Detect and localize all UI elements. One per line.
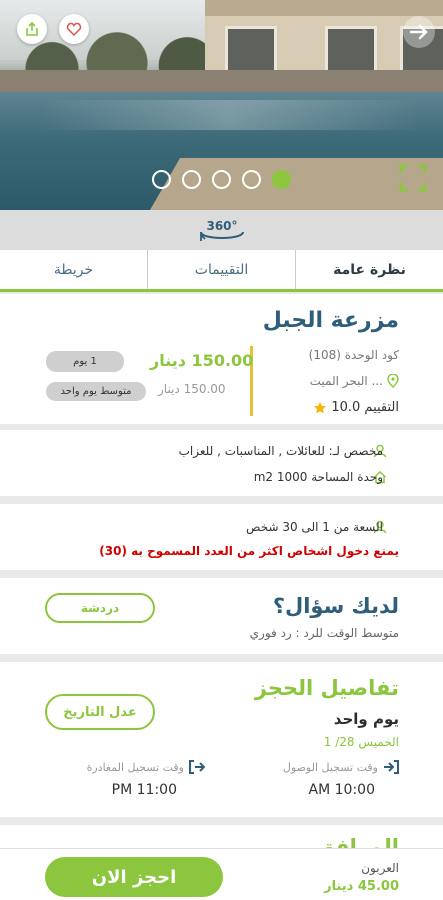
tab-map[interactable]: خريطة: [0, 250, 147, 289]
checkin-time: 10:00 AM: [308, 782, 375, 798]
capacity-warning: يمنع دخول اشخاص اكثر من العدد المسموح به…: [99, 544, 399, 558]
gallery-dot[interactable]: [152, 170, 171, 189]
booking-date: الخميس 28/ 1: [323, 735, 399, 749]
edit-date-button[interactable]: عدل التاريخ: [45, 694, 155, 730]
response-time: متوسط الوقت للرد : رد فوري: [249, 626, 399, 640]
capacity-text: السعة من 1 الى 30 شخص: [246, 520, 383, 534]
days-badge: 1 يوم: [46, 351, 124, 372]
chat-button[interactable]: دردشة: [45, 593, 155, 623]
features-card: مخصص لـ: للعائلات , المناسبات , للعزاب و…: [0, 430, 443, 496]
share-button[interactable]: [17, 14, 47, 44]
location-row[interactable]: ... البحر الميت: [310, 374, 399, 388]
checkin-block: وقت تسجيل الوصول: [283, 760, 399, 774]
unit-code: كود الوحدة (108): [308, 348, 399, 362]
tab-reviews[interactable]: التقييمات: [147, 250, 295, 289]
rating-text: التقييم 10.0: [331, 400, 399, 415]
svg-text:360°: 360°: [206, 219, 237, 233]
gallery-dot-active[interactable]: [272, 170, 291, 189]
gallery-dot[interactable]: [242, 170, 261, 189]
booking-duration: يوم واحد: [333, 710, 399, 728]
booking-title: تفاصيل الحجز: [254, 676, 399, 700]
checkout-time: 11:00 PM: [111, 782, 177, 798]
next-image-button[interactable]: [403, 16, 435, 48]
price-main: 150.00 دينار: [150, 351, 254, 370]
checkout-block: وقت تسجيل المغادرة: [87, 760, 205, 774]
question-title: لديك سؤال؟: [272, 594, 399, 618]
area-text: وحدة المساحة 1000 m2: [253, 470, 383, 484]
capacity-card: السعة من 1 الى 30 شخص يمنع دخول اشخاص اك…: [0, 504, 443, 570]
star-icon: [314, 401, 327, 413]
checkout-label: وقت تسجيل المغادرة: [86, 760, 184, 774]
share-icon: [26, 21, 38, 36]
average-badge: متوسط يوم واحد: [46, 382, 146, 401]
logout-icon: [189, 760, 205, 774]
question-card: لديك سؤال؟ متوسط الوقت للرد : رد فوري در…: [0, 578, 443, 654]
login-icon: [384, 760, 399, 774]
view-360-bar[interactable]: 360°: [0, 210, 443, 250]
fullscreen-icon[interactable]: [399, 164, 427, 192]
listing-title: مزرعة الجبل: [262, 308, 399, 333]
gallery-dot[interactable]: [212, 170, 231, 189]
deposit-label: العربون: [361, 861, 399, 875]
arrow-right-icon: [409, 24, 428, 40]
location-text: ... البحر الميت: [309, 374, 383, 388]
listing-summary-card: مزرعة الجبل كود الوحدة (108) ... البحر ا…: [0, 294, 443, 424]
book-now-button[interactable]: احجز الان: [45, 857, 223, 897]
hero-photo[interactable]: [0, 0, 443, 210]
booking-details-card: تفاصيل الحجز يوم واحد الخميس 28/ 1 عدل ا…: [0, 662, 443, 817]
tab-overview[interactable]: نظرة عامة: [295, 250, 443, 289]
360-view-icon[interactable]: 360°: [197, 215, 247, 245]
favorite-button[interactable]: [59, 14, 89, 44]
rating-row: التقييم 10.0: [313, 400, 399, 415]
checkin-label: وقت تسجيل الوصول: [282, 760, 378, 774]
booking-footer: العربون 45.00 دينار احجز الان: [0, 848, 443, 900]
tab-bar: نظرة عامة التقييمات خريطة: [0, 250, 443, 292]
deposit-value: 45.00 دينار: [324, 879, 399, 894]
heart-icon: [66, 22, 82, 37]
gallery-dot[interactable]: [182, 170, 201, 189]
map-pin-icon: [387, 374, 399, 388]
price-average: 150.00 دينار: [158, 382, 226, 396]
gallery-pagination: [152, 170, 291, 189]
dedicated-for-text: مخصص لـ: للعائلات , المناسبات , للعزاب: [178, 444, 383, 458]
